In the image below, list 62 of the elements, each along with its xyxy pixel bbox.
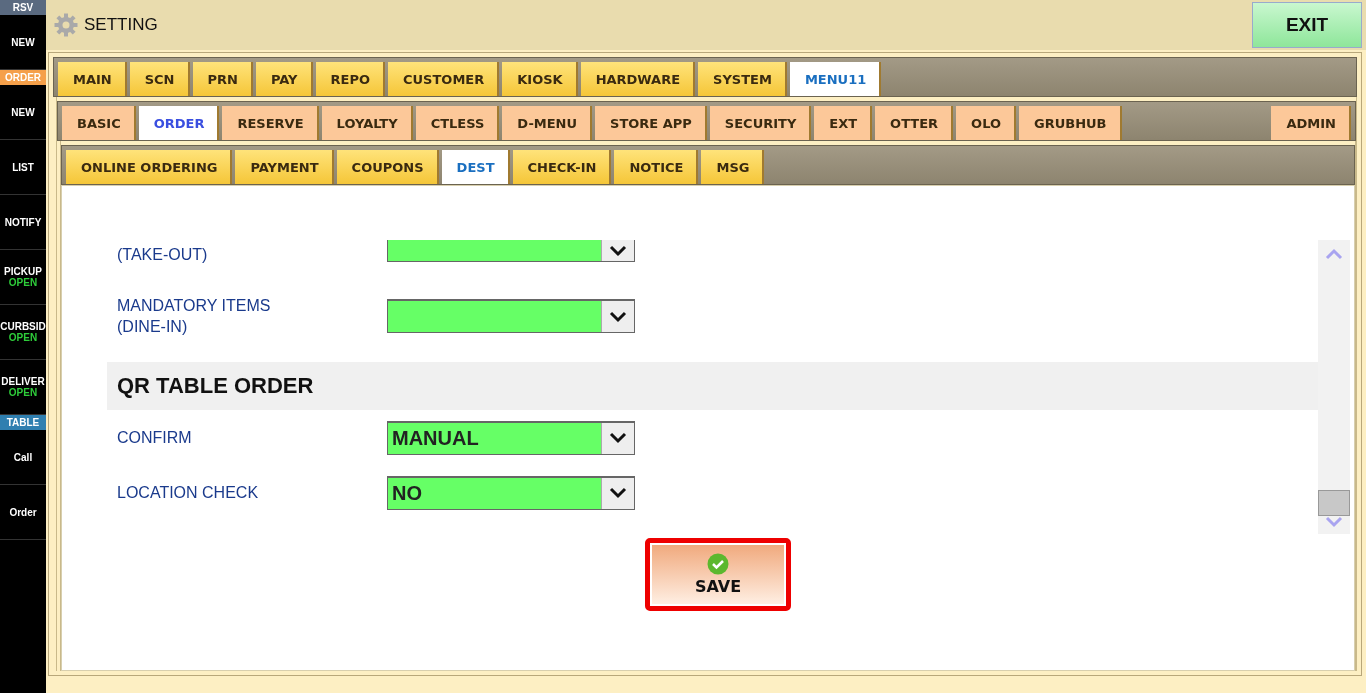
tab[interactable]: CTLESS <box>415 106 500 140</box>
window-title: SETTING <box>84 15 159 35</box>
sidebar-item[interactable]: Call <box>0 430 46 485</box>
tab[interactable]: RESERVE <box>222 106 319 140</box>
field-label: MANDATORY ITEMS (DINE-IN) <box>117 296 272 337</box>
tab[interactable]: CUSTOMER <box>388 62 500 96</box>
tab[interactable]: DEST <box>441 150 510 184</box>
tab[interactable]: MENU11 <box>789 62 882 96</box>
tab[interactable]: MAIN <box>58 62 127 96</box>
exit-button[interactable]: EXIT <box>1252 2 1362 48</box>
chevron-down-icon <box>609 432 627 444</box>
save-button[interactable]: SAVE <box>645 538 791 611</box>
sidebar-item[interactable]: LIST <box>0 140 46 195</box>
field-label: (TAKE-OUT) <box>117 245 209 265</box>
sidebar-section-label: RSV <box>0 0 46 15</box>
tab[interactable]: SYSTEM <box>698 62 787 96</box>
tab[interactable]: BASIC <box>62 106 136 140</box>
field-label: LOCATION CHECK <box>117 483 260 503</box>
tab[interactable]: COUPONS <box>336 150 439 184</box>
tab[interactable]: PAY <box>255 62 313 96</box>
dropdown-field[interactable] <box>387 240 635 262</box>
tab[interactable]: EXT <box>814 106 873 140</box>
tab[interactable]: GRUBHUB <box>1019 106 1122 140</box>
tab[interactable]: NOTICE <box>614 150 699 184</box>
chevron-down-icon <box>609 487 627 499</box>
tab[interactable]: ORDER <box>138 106 220 140</box>
tab[interactable]: PRN <box>192 62 253 96</box>
tab[interactable]: MSG <box>701 150 765 184</box>
tab[interactable]: SECURITY <box>709 106 812 140</box>
tab[interactable]: STORE APP <box>595 106 707 140</box>
tab[interactable]: REPO <box>315 62 385 96</box>
tab[interactable]: KIOSK <box>502 62 578 96</box>
chevron-down-icon <box>609 244 627 257</box>
sidebar-section-label: TABLE <box>0 415 46 430</box>
scroll-down-icon <box>1325 516 1343 528</box>
scrollbar[interactable] <box>1318 240 1350 534</box>
section-heading: QR TABLE ORDER <box>107 362 1318 410</box>
checkmark-icon <box>707 553 729 575</box>
tab[interactable]: SCN <box>129 62 190 96</box>
sidebar-item[interactable]: Order <box>0 485 46 540</box>
gear-icon <box>54 13 78 37</box>
sidebar-item[interactable]: NEW <box>0 85 46 140</box>
tab[interactable]: D-MENU <box>502 106 593 140</box>
tab[interactable]: ONLINE ORDERING <box>66 150 233 184</box>
tab[interactable]: HARDWARE <box>580 62 696 96</box>
sidebar-item[interactable]: NOTIFY <box>0 195 46 250</box>
dropdown-field[interactable]: MANUAL <box>387 420 635 455</box>
scroll-up-icon <box>1325 248 1343 260</box>
tab[interactable]: OTTER <box>875 106 954 140</box>
chevron-down-icon <box>609 310 627 323</box>
tab[interactable]: OLO <box>956 106 1017 140</box>
dropdown-field[interactable]: NO <box>387 475 635 510</box>
tab[interactable]: LOYALTY <box>321 106 413 140</box>
sidebar-item[interactable]: CURBSID OPEN <box>0 305 46 360</box>
tab[interactable]: PAYMENT <box>235 150 334 184</box>
field-label: CONFIRM <box>117 428 193 448</box>
tab[interactable]: CHECK-IN <box>512 150 612 184</box>
scrollbar-thumb[interactable] <box>1318 490 1350 516</box>
tab[interactable]: ADMIN <box>1271 106 1351 140</box>
sidebar-section-label: ORDER <box>0 70 46 85</box>
dropdown-field[interactable] <box>387 299 635 333</box>
sidebar-item[interactable]: PICKUP OPEN <box>0 250 46 305</box>
